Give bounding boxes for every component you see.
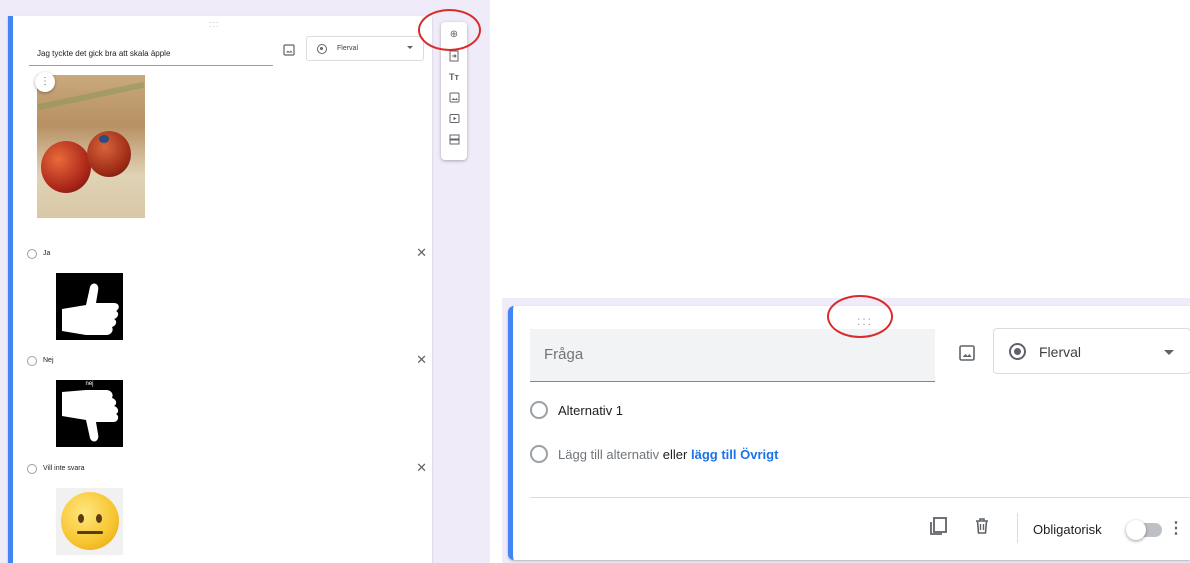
option-row[interactable]: Vill inte svara ✕ [27,460,427,476]
drag-handle-icon[interactable]: ::: [209,19,220,29]
delete-icon[interactable] [971,515,993,537]
video-icon[interactable] [441,110,467,128]
radio-type-icon [1009,343,1026,360]
more-options-icon[interactable]: ⋮ [1168,517,1184,541]
option-label: Ja [43,250,51,257]
footer-divider [530,497,1190,498]
radio-icon[interactable] [530,401,548,419]
remove-option-icon[interactable]: ✕ [416,245,427,261]
radio-type-icon [317,44,327,54]
annotation-circle [827,295,893,338]
option-label: Nej [43,357,54,364]
chevron-down-icon [407,46,413,49]
question-title-text: Jag tyckte det gick bra att skala äpple [37,49,171,58]
apple-photo [37,75,145,218]
question-type-label: Flerval [337,45,359,52]
radio-icon[interactable] [27,356,37,366]
chevron-down-icon [1164,350,1174,355]
footer-separator [1017,513,1018,543]
add-image-icon[interactable] [958,344,976,362]
required-toggle[interactable] [1126,520,1162,540]
question-type-dropdown[interactable]: Flerval [993,328,1190,374]
section-icon[interactable] [441,131,467,149]
add-image-icon[interactable] [283,44,295,56]
add-option-link[interactable]: Lägg till alternativ [558,447,659,462]
question-placeholder: Fråga [544,346,584,363]
add-other-link[interactable]: lägg till Övrigt [691,447,778,462]
toggle-knob [1126,520,1146,540]
radio-icon [530,445,548,463]
option-row[interactable]: Nej ✕ [27,352,427,368]
duplicate-icon[interactable] [927,515,949,537]
option-label[interactable]: Alternativ 1 [558,403,623,418]
title-icon[interactable]: Tт [441,68,467,86]
required-label: Obligatorisk [1033,522,1102,537]
or-text: eller [662,447,688,462]
image-icon[interactable] [441,89,467,107]
question-type-dropdown[interactable]: Flerval [306,36,424,61]
thumbs-up-image [56,273,123,340]
right-question-card[interactable]: ::: Fråga Flerval Alternativ 1 Lägg till… [508,306,1190,560]
remove-option-icon[interactable]: ✕ [416,460,427,476]
radio-icon[interactable] [27,249,37,259]
image-caption: nej [85,381,94,387]
annotation-circle [418,9,481,51]
remove-option-icon[interactable]: ✕ [416,352,427,368]
question-input[interactable]: Fråga [530,329,935,382]
neutral-face-image [56,488,123,555]
left-question-card[interactable]: ::: Jag tyckte det gick bra att skala äp… [8,16,432,563]
question-title-field[interactable]: Jag tyckte det gick bra att skala äpple [29,38,273,66]
thumbs-down-image: nej [56,380,123,447]
option-label: Vill inte svara [43,465,85,472]
radio-icon[interactable] [27,464,37,474]
option-row[interactable]: Ja ✕ [27,245,427,261]
image-menu-icon[interactable]: ⋮ [35,72,55,92]
question-type-label: Flerval [1039,344,1082,360]
